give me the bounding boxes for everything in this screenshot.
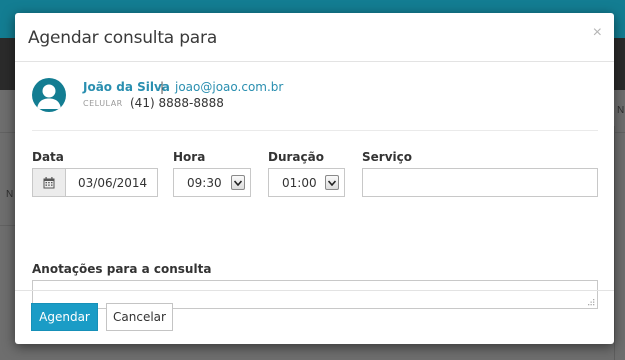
dialog-title: Agendar consulta para: [28, 28, 218, 48]
dialog-footer: Agendar Cancelar: [15, 290, 614, 344]
notes-label: Anotações para a consulta: [32, 262, 212, 276]
date-input-group[interactable]: 03/06/2014: [32, 168, 158, 197]
schedule-button[interactable]: Agendar: [31, 303, 98, 331]
duration-label: Duração: [268, 150, 324, 164]
chevron-down-icon[interactable]: [231, 175, 245, 190]
dialog-header: Agendar consulta para ×: [15, 13, 614, 62]
duration-select-value: 01:00: [282, 176, 317, 190]
date-label: Data: [32, 150, 64, 164]
calendar-icon[interactable]: [33, 169, 66, 196]
patient-phone: (41) 8888-8888: [130, 96, 224, 110]
time-label: Hora: [173, 150, 206, 164]
name-email-separator: |: [160, 80, 165, 94]
patient-info-divider: [32, 130, 598, 131]
service-input[interactable]: [362, 168, 598, 197]
time-select[interactable]: 09:30: [173, 168, 251, 197]
duration-select[interactable]: 01:00: [268, 168, 345, 197]
close-icon[interactable]: ×: [593, 24, 602, 42]
patient-email-link[interactable]: joao@joao.com.br: [175, 80, 283, 94]
app-right-panel: [614, 126, 625, 360]
time-select-value: 09:30: [187, 176, 222, 190]
app-divider-left: [0, 225, 15, 226]
schedule-appointment-dialog: Agendar consulta para × João da Silva | …: [15, 13, 614, 344]
date-input[interactable]: 03/06/2014: [78, 176, 147, 190]
cancel-button[interactable]: Cancelar: [106, 303, 173, 331]
phone-type-label: CELULAR: [83, 99, 123, 108]
app-right-fragment: N: [617, 105, 625, 116]
app-left-fragment: N: [6, 189, 14, 200]
service-label: Serviço: [362, 150, 412, 164]
dialog-body: João da Silva | joao@joao.com.br CELULAR…: [15, 62, 614, 309]
user-avatar-icon: [32, 78, 66, 112]
chevron-down-icon[interactable]: [325, 175, 339, 190]
patient-name-link[interactable]: João da Silva: [83, 80, 170, 94]
